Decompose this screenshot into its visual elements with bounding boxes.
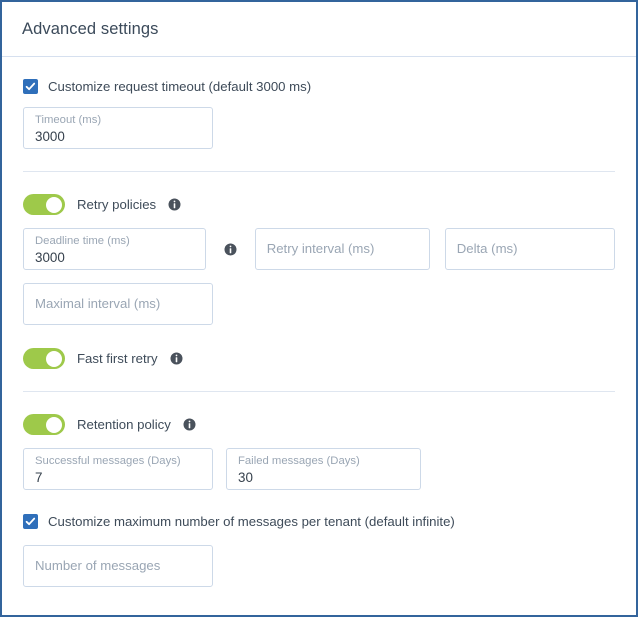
deadline-time-field[interactable]: Deadline time (ms) 3000: [23, 228, 206, 270]
request-timeout-section: Customize request timeout (default 3000 …: [23, 79, 615, 149]
maximal-interval-placeholder: Maximal interval (ms): [35, 296, 161, 311]
successful-messages-label: Successful messages (Days): [35, 455, 181, 467]
timeout-field-label: Timeout (ms): [35, 114, 102, 126]
customize-request-timeout-row[interactable]: Customize request timeout (default 3000 …: [23, 79, 615, 94]
successful-messages-value: 7: [35, 470, 43, 485]
page-title: Advanced settings: [22, 19, 159, 38]
deadline-time-label: Deadline time (ms): [35, 235, 130, 247]
deadline-time-value: 3000: [35, 250, 65, 265]
divider-after-retry: [23, 391, 615, 392]
customize-request-timeout-label: Customize request timeout (default 3000 …: [48, 79, 312, 94]
advanced-settings-panel: Advanced settings Customize request time…: [0, 0, 638, 617]
retention-fields-row: Successful messages (Days) 7 Failed mess…: [23, 448, 615, 490]
number-of-messages-placeholder: Number of messages: [35, 558, 161, 573]
delta-placeholder: Delta (ms): [456, 241, 518, 256]
retry-policies-label: Retry policies: [77, 197, 157, 212]
customize-max-messages-checkbox[interactable]: [23, 514, 38, 529]
retry-fields-row-2: Maximal interval (ms): [23, 283, 615, 325]
failed-messages-value: 30: [238, 470, 253, 485]
retry-interval-placeholder: Retry interval (ms): [266, 241, 375, 256]
retry-interval-field[interactable]: Retry interval (ms): [254, 228, 430, 270]
retention-policy-section: Retention policy Successful messages (Da…: [23, 414, 615, 587]
fast-first-retry-label: Fast first retry: [77, 351, 158, 366]
info-icon[interactable]: [224, 243, 237, 256]
retry-fields-row-1: Deadline time (ms) 3000 Retry interval (…: [23, 228, 615, 270]
divider-after-timeout: [23, 171, 615, 172]
info-icon[interactable]: [183, 418, 196, 431]
retry-policies-toggle[interactable]: [23, 194, 65, 215]
failed-messages-label: Failed messages (Days): [238, 455, 360, 467]
timeout-field-value: 3000: [35, 129, 65, 144]
timeout-field-row: Timeout (ms) 3000: [23, 107, 615, 149]
retention-policy-toggle-row[interactable]: Retention policy: [23, 414, 615, 435]
toggle-knob: [46, 350, 62, 367]
number-of-messages-field[interactable]: Number of messages: [23, 545, 213, 587]
retention-policy-toggle[interactable]: [23, 414, 65, 435]
customize-max-messages-label: Customize maximum number of messages per…: [48, 514, 455, 529]
retry-policies-toggle-row[interactable]: Retry policies: [23, 194, 615, 215]
fast-first-retry-toggle-row[interactable]: Fast first retry: [23, 348, 615, 369]
fast-first-retry-toggle[interactable]: [23, 348, 65, 369]
retry-policies-section: Retry policies Deadline time (ms) 3000 R…: [23, 194, 615, 369]
number-of-messages-row: Number of messages: [23, 545, 615, 587]
panel-header: Advanced settings: [2, 2, 636, 57]
toggle-knob: [46, 196, 62, 213]
panel-body: Customize request timeout (default 3000 …: [2, 79, 636, 587]
delta-field[interactable]: Delta (ms): [444, 228, 615, 270]
info-icon[interactable]: [170, 352, 183, 365]
customize-max-messages-row[interactable]: Customize maximum number of messages per…: [23, 514, 615, 529]
failed-messages-field[interactable]: Failed messages (Days) 30: [226, 448, 421, 490]
customize-request-timeout-checkbox[interactable]: [23, 79, 38, 94]
maximal-interval-field[interactable]: Maximal interval (ms): [23, 283, 213, 325]
retention-policy-label: Retention policy: [77, 417, 171, 432]
info-icon[interactable]: [168, 198, 181, 211]
toggle-knob: [46, 416, 62, 433]
successful-messages-field[interactable]: Successful messages (Days) 7: [23, 448, 213, 490]
timeout-field[interactable]: Timeout (ms) 3000: [23, 107, 213, 149]
